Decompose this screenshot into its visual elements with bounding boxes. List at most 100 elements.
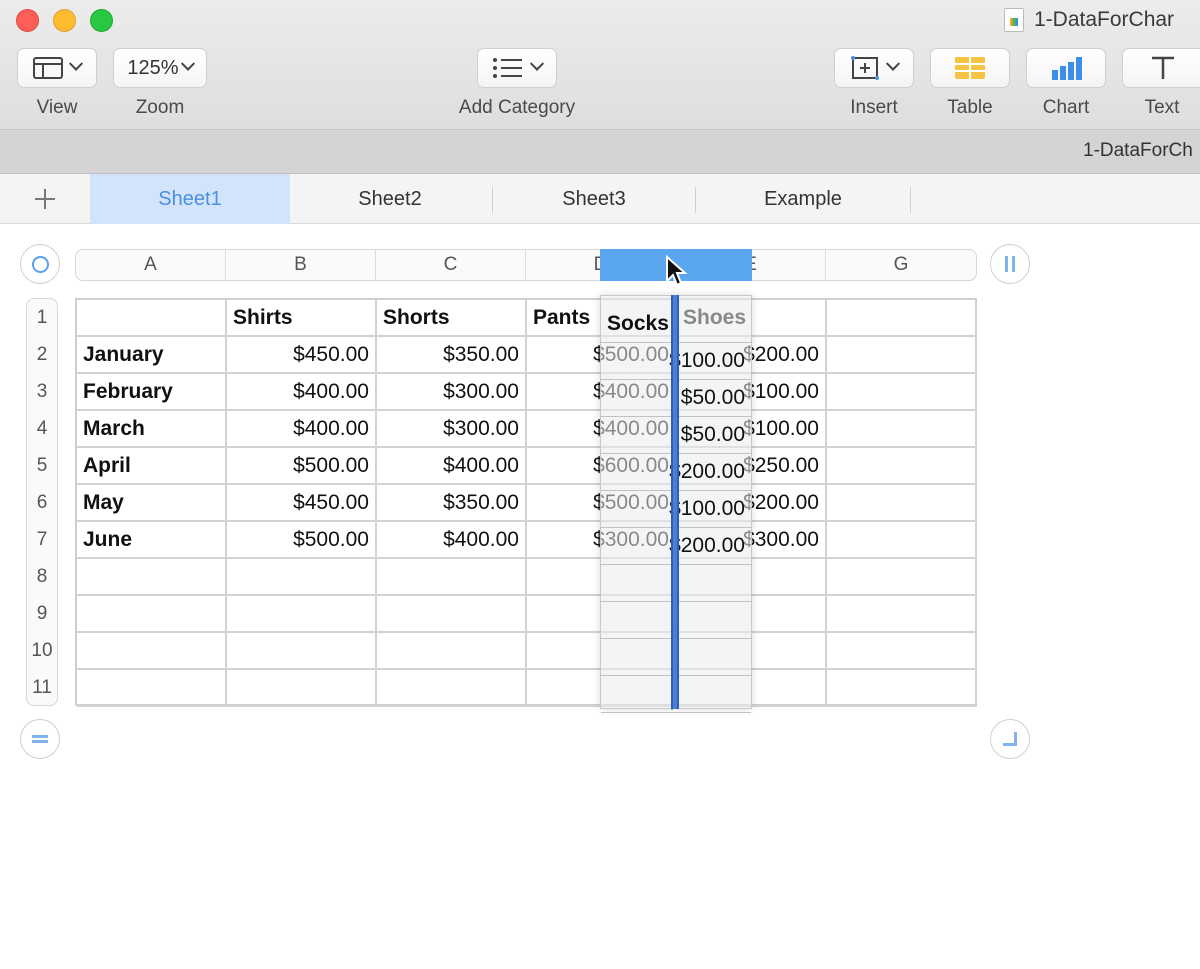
- tab-sheet3[interactable]: Sheet3: [494, 174, 694, 224]
- table-cell[interactable]: $400.00: [377, 522, 527, 559]
- table-cell[interactable]: [377, 559, 527, 596]
- table-cell[interactable]: March: [77, 411, 227, 448]
- row-header-7[interactable]: 7: [27, 521, 57, 558]
- resize-corner-icon: [1003, 732, 1017, 746]
- mouse-pointer-icon: [666, 255, 688, 287]
- plus-icon: [35, 189, 55, 209]
- table-cell[interactable]: [827, 374, 977, 411]
- insert-button[interactable]: [834, 48, 914, 88]
- table-cell[interactable]: $400.00: [227, 411, 377, 448]
- table-cell[interactable]: [377, 596, 527, 633]
- column-header-b[interactable]: B: [226, 250, 376, 280]
- table-cell[interactable]: [827, 522, 977, 559]
- column-header-c[interactable]: C: [376, 250, 526, 280]
- table-cell[interactable]: [227, 633, 377, 670]
- table-cell[interactable]: [377, 670, 527, 707]
- table-cell[interactable]: [227, 596, 377, 633]
- table-cell[interactable]: [827, 559, 977, 596]
- row-header-3[interactable]: 3: [27, 373, 57, 410]
- table-header-cell[interactable]: [827, 300, 977, 337]
- table-cell[interactable]: $350.00: [377, 337, 527, 374]
- add-row-handle[interactable]: [20, 719, 60, 759]
- column-handle-icon: [1005, 256, 1015, 272]
- table-cell[interactable]: $300.00: [377, 374, 527, 411]
- zoom-window-button[interactable]: [90, 9, 113, 32]
- column-header-a[interactable]: A: [76, 250, 226, 280]
- table-cell[interactable]: [77, 633, 227, 670]
- table-cell[interactable]: $500.00: [227, 522, 377, 559]
- table-cell[interactable]: [77, 559, 227, 596]
- row-header-1[interactable]: 1: [27, 299, 57, 336]
- numbers-window: 1-DataForChar View 125% Zoom Add Categor…: [0, 0, 1200, 969]
- table-cell[interactable]: [827, 485, 977, 522]
- add-category-button[interactable]: [477, 48, 557, 88]
- toolbar: 1-DataForChar View 125% Zoom Add Categor…: [0, 0, 1200, 130]
- text-label: Text: [1144, 97, 1180, 118]
- row-header-bar: 1 2 3 4 5 6 7 8 9 10 11: [26, 298, 58, 706]
- resize-table-handle[interactable]: [990, 719, 1030, 759]
- table-cell[interactable]: [827, 596, 977, 633]
- row-header-11[interactable]: 11: [27, 669, 57, 706]
- chevron-down-icon: [885, 56, 901, 71]
- table-cell[interactable]: February: [77, 374, 227, 411]
- tab-example[interactable]: Example: [697, 174, 909, 224]
- insert-icon: [851, 56, 879, 80]
- sheet-tabs: Sheet1 Sheet2 Sheet3 Example: [0, 174, 1200, 224]
- column-header-bar: A B C D E G: [75, 249, 977, 281]
- row-header-8[interactable]: 8: [27, 558, 57, 595]
- table-cell[interactable]: $300.00: [377, 411, 527, 448]
- table-cell[interactable]: [227, 559, 377, 596]
- table-header-cell[interactable]: Shirts: [227, 300, 377, 337]
- table-cell[interactable]: $350.00: [377, 485, 527, 522]
- table-cell[interactable]: [827, 633, 977, 670]
- table-cell[interactable]: [827, 411, 977, 448]
- add-sheet-button[interactable]: [0, 174, 90, 224]
- table-cell[interactable]: June: [77, 522, 227, 559]
- tab-sheet1[interactable]: Sheet1: [90, 174, 290, 224]
- row-header-6[interactable]: 6: [27, 484, 57, 521]
- select-table-handle[interactable]: [20, 244, 60, 284]
- table-header-cell[interactable]: Shorts: [377, 300, 527, 337]
- table-cell[interactable]: January: [77, 337, 227, 374]
- table-icon: [955, 57, 985, 79]
- table-button[interactable]: [930, 48, 1010, 88]
- zoom-value: 125%: [127, 56, 179, 79]
- add-category-label: Add Category: [458, 97, 576, 118]
- table-cell[interactable]: $400.00: [377, 448, 527, 485]
- chart-button[interactable]: [1026, 48, 1106, 88]
- table-cell[interactable]: [827, 448, 977, 485]
- table-cell[interactable]: [827, 670, 977, 707]
- minimize-window-button[interactable]: [53, 9, 76, 32]
- row-header-4[interactable]: 4: [27, 410, 57, 447]
- row-header-10[interactable]: 10: [27, 632, 57, 669]
- table-cell[interactable]: $450.00: [227, 337, 377, 374]
- circle-handle-icon: [31, 255, 49, 273]
- table-cell[interactable]: May: [77, 485, 227, 522]
- chevron-down-icon: [529, 56, 545, 71]
- table-cell[interactable]: [77, 596, 227, 633]
- row-header-9[interactable]: 9: [27, 595, 57, 632]
- table-cell[interactable]: $400.00: [227, 374, 377, 411]
- column-header-g[interactable]: G: [826, 250, 976, 280]
- view-button[interactable]: [17, 48, 97, 88]
- add-column-handle[interactable]: [990, 244, 1030, 284]
- numbers-document-icon: [1004, 8, 1024, 32]
- row-header-5[interactable]: 5: [27, 447, 57, 484]
- table-header-cell[interactable]: [77, 300, 227, 337]
- table-cell[interactable]: $450.00: [227, 485, 377, 522]
- table-cell[interactable]: [227, 670, 377, 707]
- text-button[interactable]: [1122, 48, 1200, 88]
- row-handle-icon: [32, 735, 48, 743]
- table-cell[interactable]: [827, 337, 977, 374]
- zoom-select[interactable]: 125%: [113, 48, 207, 88]
- table-cell[interactable]: [377, 633, 527, 670]
- row-header-2[interactable]: 2: [27, 336, 57, 373]
- tab-sheet2[interactable]: Sheet2: [290, 174, 490, 224]
- table-cell[interactable]: $500.00: [227, 448, 377, 485]
- close-window-button[interactable]: [16, 9, 39, 32]
- table-cell[interactable]: [77, 670, 227, 707]
- view-label: View: [36, 97, 78, 118]
- table-cell[interactable]: April: [77, 448, 227, 485]
- sidebar-view-icon: [33, 57, 63, 79]
- chevron-down-icon: [68, 56, 84, 71]
